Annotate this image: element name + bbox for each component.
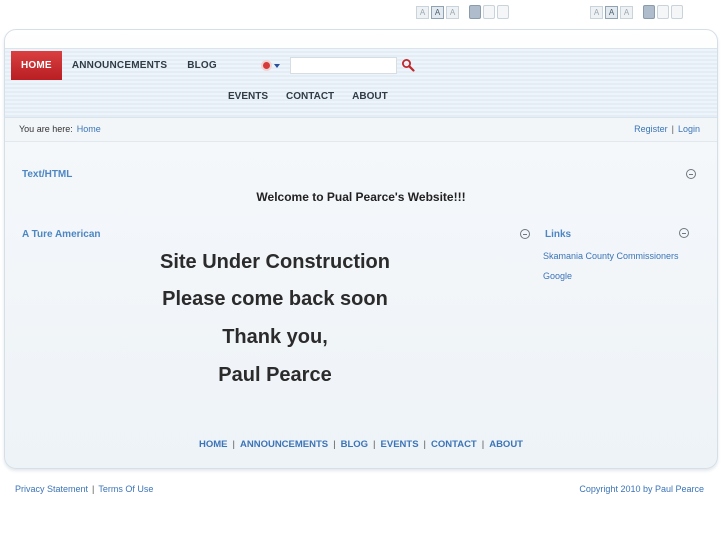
font-large-button[interactable]: A: [620, 5, 633, 19]
width-wide-button[interactable]: [671, 5, 683, 19]
nav-events[interactable]: EVENTS: [219, 91, 277, 102]
footer-nav-about[interactable]: ABOUT: [489, 439, 523, 450]
breadcrumb-bar: You are here: Home Register | Login: [5, 118, 717, 142]
link-google[interactable]: Google: [543, 271, 679, 281]
footer-nav-blog[interactable]: BLOG: [341, 439, 368, 450]
flag-icon: [261, 60, 272, 71]
search-input[interactable]: [290, 57, 397, 74]
collapse-links-icon[interactable]: [679, 228, 689, 238]
language-selector[interactable]: [261, 60, 280, 71]
footer-nav-announcements[interactable]: ANNOUNCEMENTS: [240, 439, 328, 450]
width-narrow-button[interactable]: [643, 5, 655, 19]
collapse-main-icon[interactable]: [520, 229, 530, 239]
font-small-button[interactable]: A: [590, 5, 603, 19]
footer-nav: HOME | ANNOUNCEMENTS | BLOG | EVENTS | CONTACT | A…: [199, 439, 523, 450]
construction-line-4: Paul Pearce: [218, 364, 332, 386]
search-icon[interactable]: [401, 58, 415, 72]
footer-nav-home[interactable]: HOME: [199, 439, 228, 450]
width-medium-button[interactable]: [483, 5, 495, 19]
text-size-toolbar-left: A A A: [416, 5, 509, 19]
width-medium-button[interactable]: [657, 5, 669, 19]
main-module-title: A Ture American: [22, 229, 101, 240]
primary-nav: HOME ANNOUNCEMENTS BLOG: [11, 51, 227, 80]
width-narrow-button[interactable]: [469, 5, 481, 19]
login-link[interactable]: Login: [678, 124, 700, 134]
font-medium-button[interactable]: A: [431, 5, 444, 19]
text-html-module-title: Text/HTML: [22, 169, 73, 180]
text-size-toolbar-right: A A A: [590, 5, 683, 19]
font-medium-button[interactable]: A: [605, 5, 618, 19]
breadcrumb-prefix: You are here:: [19, 124, 73, 134]
construction-line-2: Please come back soon: [162, 288, 388, 310]
footer-nav-events[interactable]: EVENTS: [381, 439, 419, 450]
register-link[interactable]: Register: [634, 124, 668, 134]
nav-home[interactable]: HOME: [11, 51, 62, 80]
width-wide-button[interactable]: [497, 5, 509, 19]
collapse-text-html-icon[interactable]: [686, 169, 696, 179]
privacy-link[interactable]: Privacy Statement: [15, 484, 88, 494]
breadcrumb-home-link[interactable]: Home: [77, 124, 101, 134]
construction-line-1: Site Under Construction: [159, 251, 390, 273]
terms-link[interactable]: Terms Of Use: [98, 484, 153, 494]
account-separator: |: [671, 124, 674, 134]
nav-blog[interactable]: BLOG: [177, 51, 227, 80]
page-container: HOME ANNOUNCEMENTS BLOG EVENTS CONTACT A…: [4, 29, 718, 469]
links-module-title: Links: [545, 229, 572, 240]
secondary-nav: EVENTS CONTACT ABOUT: [219, 87, 397, 105]
chevron-down-icon: [274, 63, 280, 68]
welcome-message: Welcome to Pual Pearce's Website!!!: [256, 190, 466, 204]
links-list: Skamania County Commissioners Google: [543, 251, 679, 291]
font-large-button[interactable]: A: [446, 5, 459, 19]
construction-line-3: Thank you,: [222, 326, 328, 348]
legal-links: Privacy Statement | Terms Of Use: [15, 484, 154, 494]
account-links: Register | Login: [634, 124, 700, 134]
nav-announcements[interactable]: ANNOUNCEMENTS: [62, 51, 177, 80]
copyright: Copyright 2010 by Paul Pearce: [579, 484, 704, 494]
nav-contact[interactable]: CONTACT: [277, 91, 343, 102]
nav-about[interactable]: ABOUT: [343, 91, 397, 102]
font-small-button[interactable]: A: [416, 5, 429, 19]
link-skamania[interactable]: Skamania County Commissioners: [543, 251, 679, 261]
footer-nav-contact[interactable]: CONTACT: [431, 439, 477, 450]
breadcrumb: You are here: Home: [19, 124, 101, 134]
